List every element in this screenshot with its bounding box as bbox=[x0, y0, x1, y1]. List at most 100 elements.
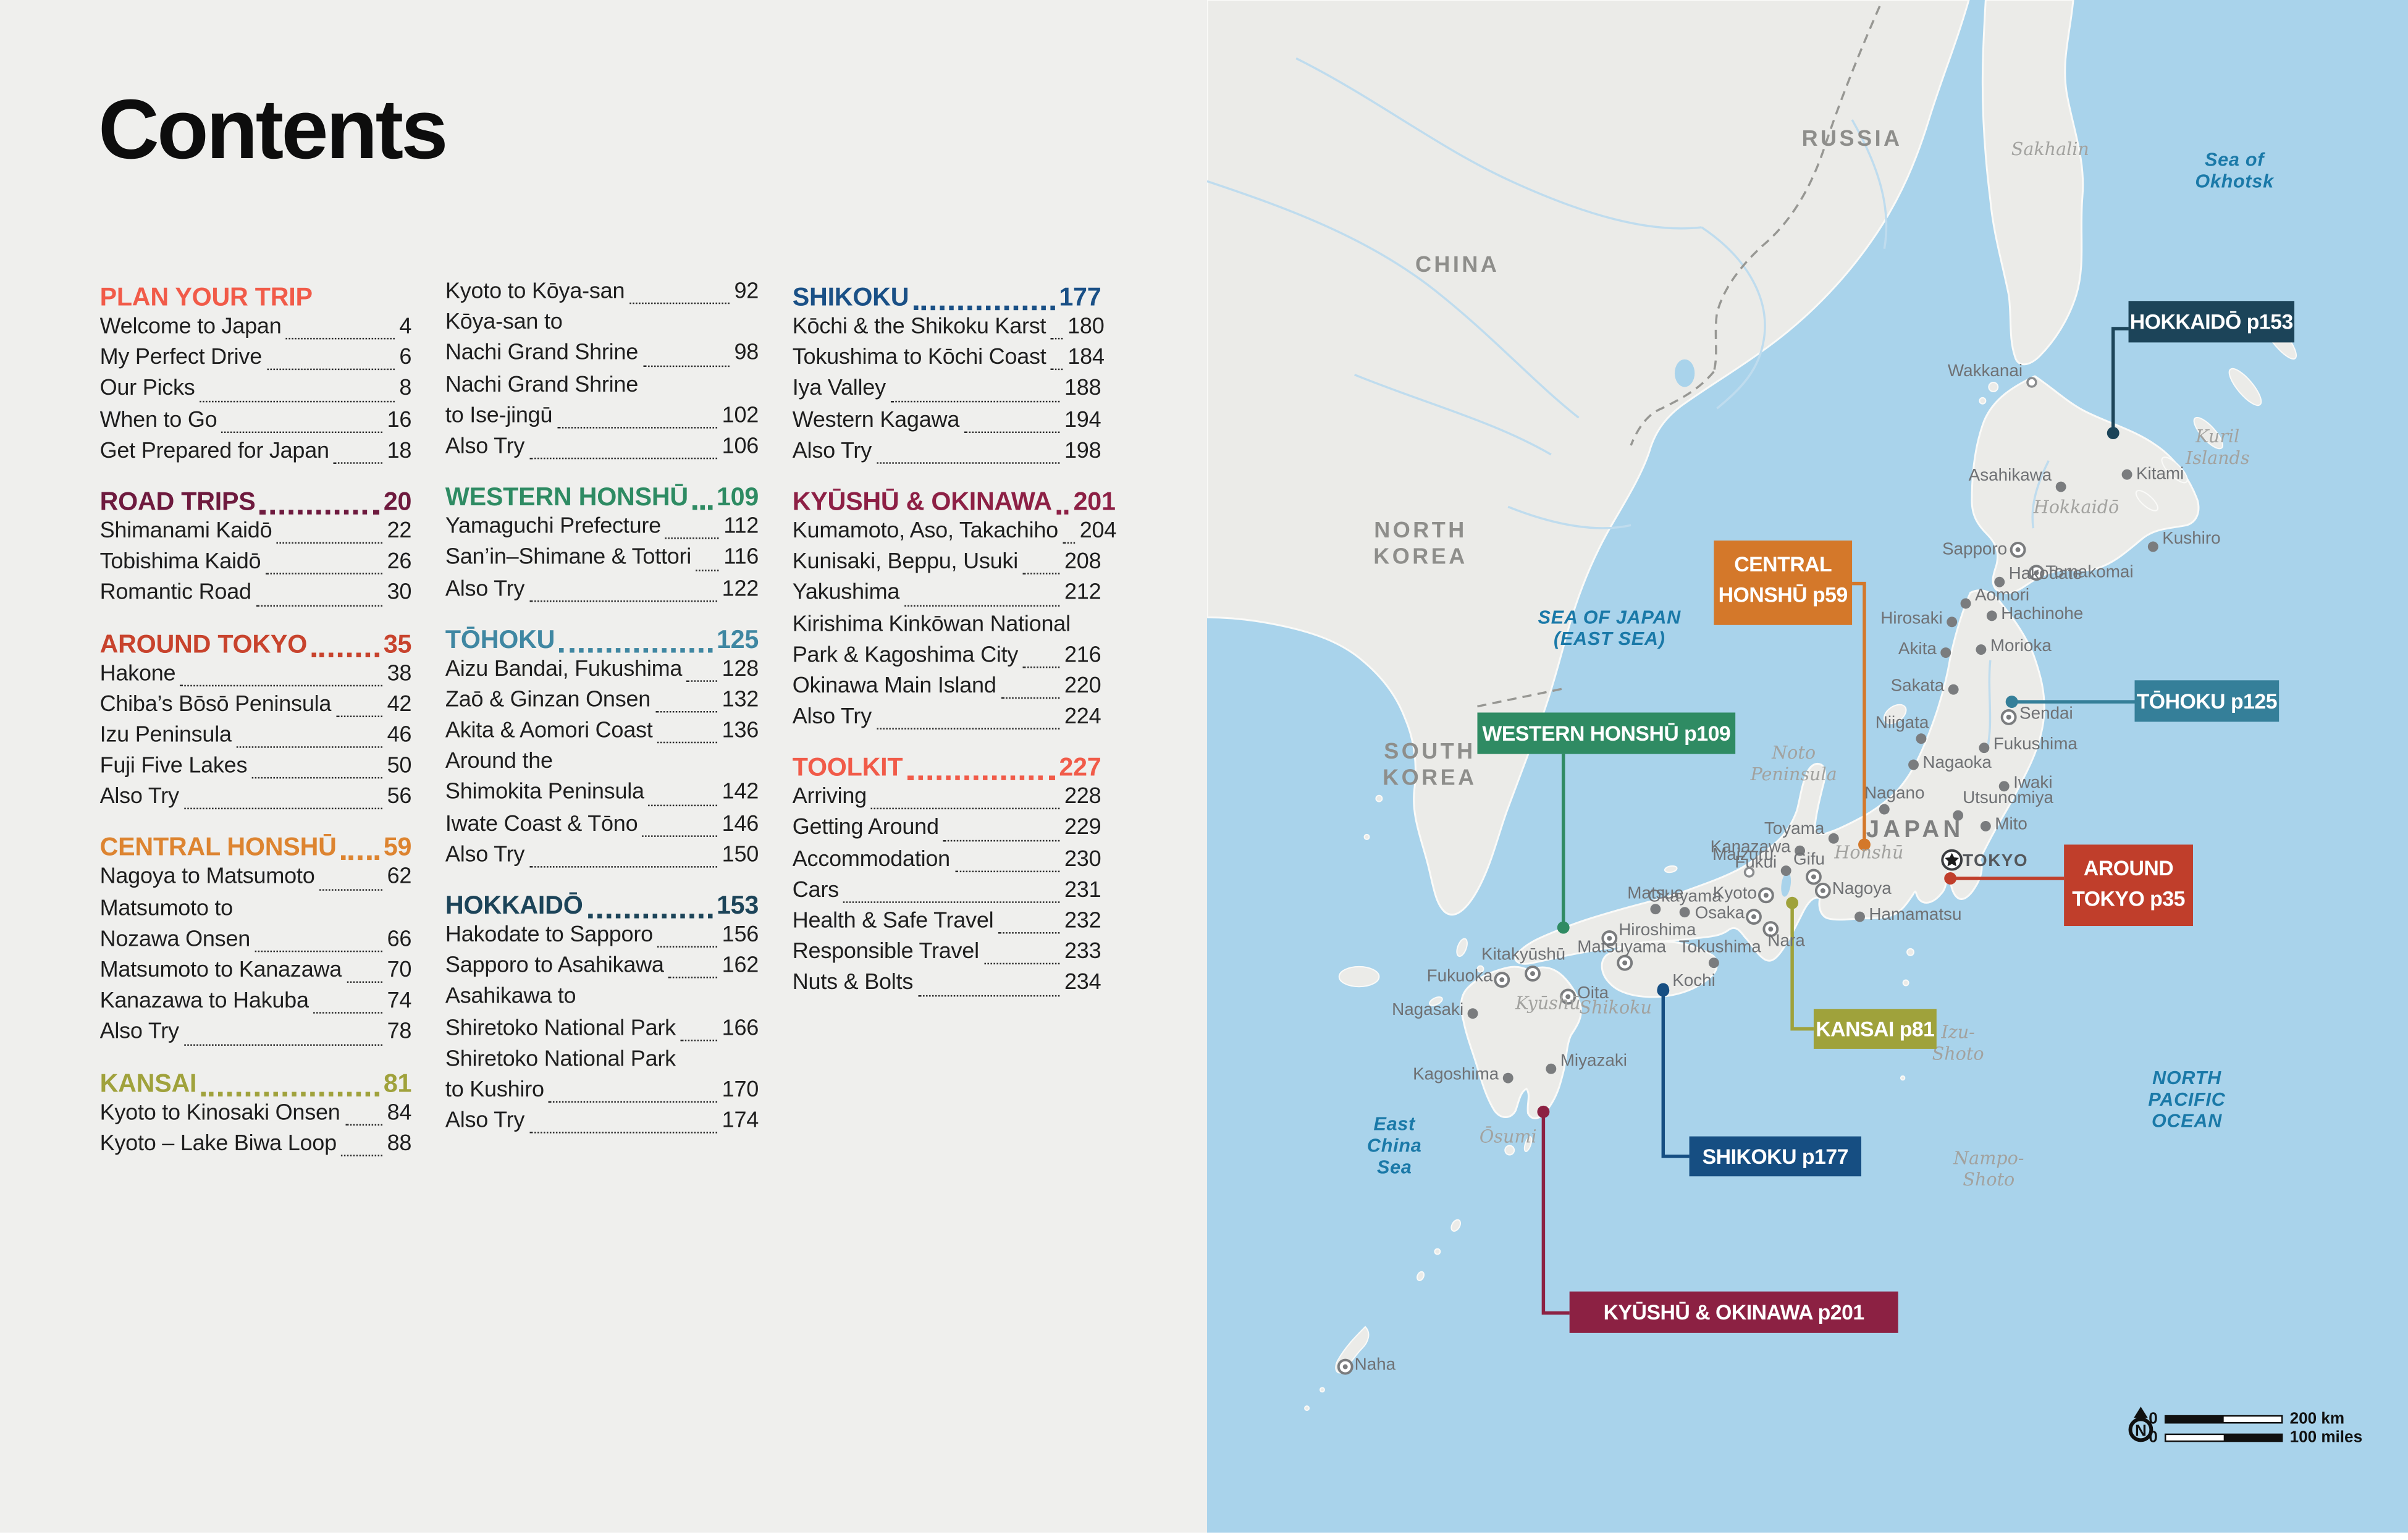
toc-section-heading[interactable]: CENTRAL HONSHŪ 59 bbox=[100, 833, 412, 865]
callout-dot bbox=[1557, 921, 1570, 934]
toc-entry[interactable]: Welcome to Japan 4 bbox=[100, 315, 411, 346]
toc-entry[interactable]: Zaō & Ginzan Onsen 132 bbox=[445, 688, 759, 718]
toc-entry[interactable]: Also Try 78 bbox=[100, 1020, 411, 1051]
city-label: Hamamatsu bbox=[1869, 904, 1961, 924]
leader-dots bbox=[255, 950, 383, 953]
toc-entry[interactable]: Hakodate to Sapporo 156 bbox=[445, 923, 759, 954]
toc-section-heading[interactable]: SHIKOKU 177 bbox=[793, 282, 1101, 314]
leader-dots bbox=[251, 777, 383, 780]
toc-entry[interactable]: Shiretoko National Park 166 bbox=[445, 1016, 759, 1047]
toc-entry[interactable]: Yamaguchi Prefecture 112 bbox=[445, 515, 759, 545]
toc-entry[interactable]: Kōchi & the Shikoku Karst 180 bbox=[793, 315, 1105, 346]
toc-section-heading[interactable]: WESTERN HONSHŪ 109 bbox=[445, 482, 759, 515]
toc-section-heading[interactable]: TOOLKIT 227 bbox=[793, 753, 1101, 785]
city-dot bbox=[1743, 867, 1755, 878]
toc-entry[interactable]: Okinawa Main Island 220 bbox=[793, 674, 1101, 705]
toc-entry[interactable]: Also Try 198 bbox=[793, 439, 1101, 469]
toc-entry[interactable]: Hakone 38 bbox=[100, 661, 411, 692]
toc-entry-label: to Ise-jingū bbox=[445, 403, 553, 428]
toc-entry[interactable]: Akita & Aomori Coast 136 bbox=[445, 719, 759, 750]
toc-entry-page: 212 bbox=[1064, 581, 1101, 606]
toc-entry[interactable]: Nozawa Onsen 66 bbox=[100, 927, 411, 958]
toc-entry[interactable]: Shimanami Kaidō 22 bbox=[100, 519, 411, 550]
toc-entry-label: Tokushima to Kōchi Coast bbox=[792, 345, 1046, 371]
toc-entry[interactable]: Izu Peninsula 46 bbox=[100, 723, 411, 754]
toc-entry[interactable]: Tobishima Kaidō 26 bbox=[100, 550, 411, 581]
toc-entry[interactable]: Our Picks 8 bbox=[100, 377, 411, 408]
toc-entry-page: 59 bbox=[383, 833, 412, 862]
leader-dots bbox=[587, 914, 712, 919]
toc-entry[interactable]: Fuji Five Lakes 50 bbox=[100, 754, 411, 785]
toc-section-heading[interactable]: KANSAI 81 bbox=[100, 1068, 412, 1100]
city-label: Naha bbox=[1355, 1354, 1396, 1373]
toc-entry-label: Yamaguchi Prefecture bbox=[445, 515, 661, 539]
toc-entry[interactable]: Around the bbox=[445, 750, 759, 781]
callout-label: KANSAI p81 bbox=[1816, 1018, 1934, 1041]
toc-entry[interactable]: Matsumoto to Kanazawa 70 bbox=[100, 958, 411, 989]
toc-entry[interactable]: Kyoto – Lake Biwa Loop 88 bbox=[100, 1132, 411, 1163]
leader-dots bbox=[1051, 369, 1063, 371]
toc-entry[interactable]: Also Try 174 bbox=[445, 1109, 759, 1140]
place-label: Nampo-Shoto bbox=[1953, 1147, 2024, 1190]
toc-entry[interactable]: Western Kagawa 194 bbox=[793, 408, 1101, 439]
toc-entry[interactable]: Aizu Bandai, Fukushima 128 bbox=[445, 657, 759, 688]
toc-entry[interactable]: Romantic Road 30 bbox=[100, 581, 411, 612]
toc-entry[interactable]: Also Try 106 bbox=[445, 434, 759, 465]
toc-entry[interactable]: Asahikawa to bbox=[445, 985, 759, 1016]
toc-entry[interactable]: San’in–Shimane & Tottori 116 bbox=[445, 545, 759, 576]
toc-entry[interactable]: Arriving 228 bbox=[793, 785, 1101, 816]
toc-entry[interactable]: to Ise-jingū 102 bbox=[445, 403, 759, 434]
toc-entry[interactable]: Nachi Grand Shrine 98 bbox=[445, 342, 759, 372]
toc-entry[interactable]: Health & Safe Travel 232 bbox=[793, 909, 1101, 940]
toc-entry[interactable]: Iwate Coast & Tōno 146 bbox=[445, 812, 759, 843]
toc-entry[interactable]: Iya Valley 188 bbox=[793, 377, 1101, 408]
toc-section-heading[interactable]: ROAD TRIPS 20 bbox=[100, 487, 412, 519]
toc-entry[interactable]: Kyoto to Kōya-san 92 bbox=[445, 279, 759, 310]
toc-entry[interactable]: Shiretoko National Park bbox=[445, 1047, 759, 1078]
toc-entry[interactable]: Nachi Grand Shrine bbox=[445, 372, 759, 403]
toc-entry[interactable]: My Perfect Drive 6 bbox=[100, 346, 411, 377]
toc-entry[interactable]: Kanazawa to Hakuba 74 bbox=[100, 989, 411, 1020]
toc-entry-page: 188 bbox=[1064, 376, 1101, 402]
toc-entry[interactable]: Accommodation 230 bbox=[793, 847, 1101, 878]
toc-entry-label: Matsumoto to bbox=[99, 896, 234, 921]
place-label: Sakhalin bbox=[2011, 138, 2089, 159]
toc-entry[interactable]: Also Try 224 bbox=[793, 705, 1101, 736]
toc-entry[interactable]: Shimokita Peninsula 142 bbox=[445, 781, 759, 812]
leader-dots bbox=[871, 808, 1060, 810]
callout-dot bbox=[2005, 696, 2018, 709]
toc-section: TOOLKIT 227 Arriving 228 Getting Around 229 Ac… bbox=[793, 753, 1101, 1003]
toc-entry-label: Get Prepared for Japan bbox=[99, 439, 330, 464]
toc-entry[interactable]: Nagoya to Matsumoto 62 bbox=[100, 865, 411, 896]
toc-section-heading[interactable]: TŌHOKU 125 bbox=[445, 625, 759, 657]
toc-entry[interactable]: Get Prepared for Japan 18 bbox=[99, 439, 412, 469]
toc-entry[interactable]: Kirishima Kinkōwan National bbox=[793, 612, 1101, 643]
toc-entry[interactable]: Yakushima 212 bbox=[793, 581, 1101, 612]
toc-entry[interactable]: Kyoto to Kinosaki Onsen 84 bbox=[100, 1100, 411, 1131]
toc-entry[interactable]: Kunisaki, Beppu, Usuki 208 bbox=[793, 550, 1101, 581]
toc-entry[interactable]: Also Try 122 bbox=[445, 576, 759, 607]
city-kagoshima: Kagoshima bbox=[1413, 1064, 1513, 1083]
toc-entry[interactable]: Park & Kagoshima City 216 bbox=[793, 643, 1101, 674]
toc-entry[interactable]: Also Try 150 bbox=[445, 843, 759, 873]
leader-dots bbox=[1063, 542, 1076, 544]
toc-section-heading[interactable]: PLAN YOUR TRIP bbox=[100, 282, 412, 314]
toc-entry[interactable]: Responsible Travel 233 bbox=[793, 940, 1101, 971]
toc-section-heading[interactable]: HOKKAIDŌ 153 bbox=[445, 891, 759, 923]
toc-entry[interactable]: Sapporo to Asahikawa 162 bbox=[445, 954, 759, 985]
toc-entry-page: 18 bbox=[387, 439, 412, 464]
sea-label: NORTH PACIFIC OCEAN bbox=[2148, 1067, 2225, 1132]
toc-section-heading[interactable]: KYŪSHŪ & OKINAWA 201 bbox=[793, 487, 1116, 519]
toc-entry[interactable]: Matsumoto to bbox=[100, 896, 412, 927]
toc-entry[interactable]: Cars 231 bbox=[793, 878, 1101, 909]
toc-entry[interactable]: to Kushiro 170 bbox=[445, 1078, 759, 1109]
toc-entry[interactable]: When to Go 16 bbox=[100, 408, 411, 439]
toc-section-heading[interactable]: AROUND TOKYO 35 bbox=[100, 629, 412, 661]
toc-entry[interactable]: Kōya-san to bbox=[445, 311, 759, 342]
toc-entry[interactable]: Tokushima to Kōchi Coast 184 bbox=[792, 345, 1105, 377]
toc-entry[interactable]: Also Try 56 bbox=[100, 785, 411, 816]
toc-entry[interactable]: Nuts & Bolts 234 bbox=[793, 971, 1101, 1002]
toc-entry[interactable]: Getting Around 229 bbox=[793, 816, 1101, 847]
toc-entry[interactable]: Kumamoto, Aso, Takachiho 204 bbox=[793, 519, 1116, 550]
toc-entry[interactable]: Chiba’s Bōsō Peninsula 42 bbox=[100, 692, 411, 723]
